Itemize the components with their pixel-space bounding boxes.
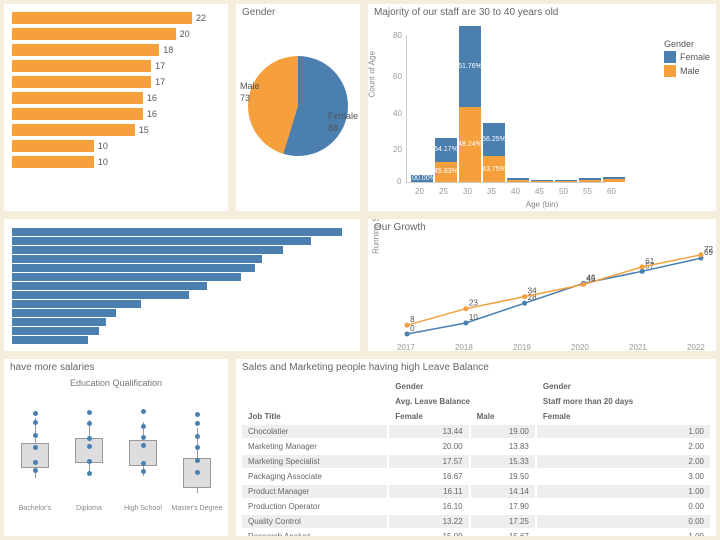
bar-row — [12, 264, 352, 272]
box-whisker: Diploma — [75, 398, 103, 498]
svg-text:23: 23 — [469, 299, 479, 308]
table-row: Production Operator16.1017.900.00 — [242, 500, 710, 513]
table-row: Marketing Specialist17.5715.332.00 — [242, 455, 710, 468]
male-label: Male73 — [240, 81, 260, 104]
bar-row — [12, 300, 352, 308]
box-subtitle: Education Qualification — [4, 378, 228, 388]
box-whisker: Bachelor's — [21, 398, 49, 498]
bar-row: 17 — [12, 60, 220, 72]
age-ylabel: Count of Age — [368, 51, 377, 97]
bar-row — [12, 255, 352, 263]
bar-row — [12, 246, 352, 254]
job-count-bar-chart: 22 20 18 17 17 16 16 15 10 10 — [0, 0, 232, 215]
leave-table: GenderGender Avg. Leave BalanceStaff mor… — [240, 378, 712, 540]
bar-row — [12, 327, 352, 335]
bar-row — [12, 282, 352, 290]
table-row: Product Manager16.1114.141.00 — [242, 485, 710, 498]
bar-row — [12, 228, 352, 236]
bar-row: 20 — [12, 28, 220, 40]
bar-row — [12, 273, 352, 281]
growth-line-chart: Our Growth Running Sum of Count of d... … — [364, 215, 720, 355]
bar-row: 22 — [12, 12, 220, 24]
bar-row: 18 — [12, 44, 220, 56]
age-xlabel: Age (bin) — [526, 200, 558, 209]
table-row: Chocolatier13.4419.001.00 — [242, 425, 710, 438]
bar-row — [12, 291, 352, 299]
bar-row: 15 — [12, 124, 220, 136]
growth-ylabel: Running Sum of Count of d... — [372, 215, 381, 254]
box-whisker: Master's Degree — [183, 398, 211, 498]
leave-title: Sales and Marketing people having high L… — [236, 359, 716, 376]
table-row: Marketing Manager20.0013.832.00 — [242, 440, 710, 453]
blue-bar-chart — [0, 215, 364, 355]
bar-row: 16 — [12, 108, 220, 120]
svg-text:61: 61 — [645, 257, 655, 266]
gender-title: Gender — [236, 4, 360, 21]
bar-row: 17 — [12, 76, 220, 88]
age-title: Majority of our staff are 30 to 40 years… — [368, 4, 716, 21]
bar-row: 16 — [12, 92, 220, 104]
svg-text:8: 8 — [410, 315, 415, 324]
table-row: Research Analyst15.0015.671.00 — [242, 530, 710, 540]
svg-text:34: 34 — [528, 287, 538, 296]
bar-row — [12, 309, 352, 317]
leave-balance-table: Sales and Marketing people having high L… — [232, 355, 720, 540]
bar-row — [12, 318, 352, 326]
salary-box-plot: have more salaries Education Qualificati… — [0, 355, 232, 540]
bar-row: 10 — [12, 140, 220, 152]
gender-pie-chart: Gender Male73 Female88 — [232, 0, 364, 215]
bar-row — [12, 237, 352, 245]
table-row: Packaging Associate16.6719.503.00 — [242, 470, 710, 483]
svg-text:72: 72 — [704, 245, 714, 254]
age-legend: Gender Female Male — [664, 39, 710, 79]
svg-text:45: 45 — [586, 275, 596, 284]
table-row: Quality Control13.2217.250.00 — [242, 515, 710, 528]
age-distribution-chart: Majority of our staff are 30 to 40 years… — [364, 0, 720, 215]
bar-row — [12, 336, 352, 344]
growth-title: Our Growth — [368, 219, 716, 236]
svg-text:0: 0 — [410, 324, 415, 333]
box-title: have more salaries — [4, 359, 228, 376]
pie-icon — [248, 56, 348, 156]
box-whisker: High School — [129, 398, 157, 498]
bar-row: 10 — [12, 156, 220, 168]
female-label: Female88 — [328, 111, 358, 134]
svg-text:10: 10 — [469, 313, 479, 322]
